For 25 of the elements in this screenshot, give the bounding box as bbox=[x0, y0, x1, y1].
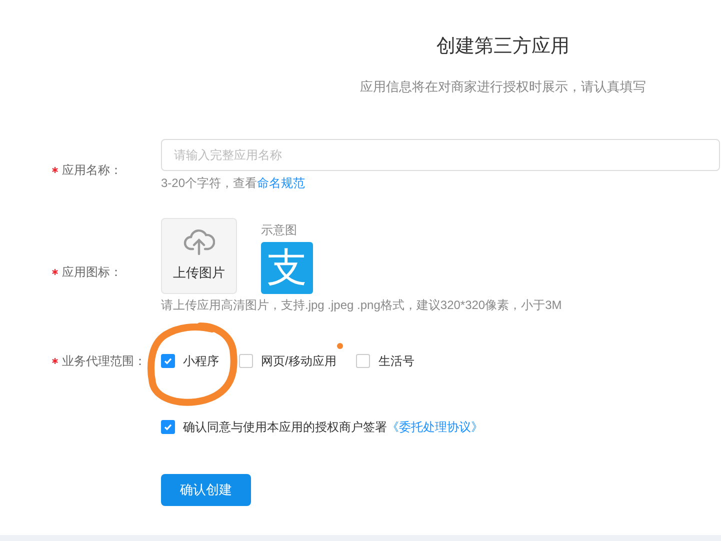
option-label: 网页/移动应用 bbox=[261, 353, 336, 370]
option-label: 生活号 bbox=[378, 353, 414, 370]
checkbox[interactable] bbox=[356, 354, 370, 368]
confirm-create-button[interactable]: 确认创建 bbox=[161, 474, 251, 506]
logo-example: 支 bbox=[261, 242, 313, 294]
checkbox[interactable] bbox=[239, 354, 253, 368]
option-label: 小程序 bbox=[183, 353, 219, 370]
name-input-field[interactable]: 请输入完整应用名称 bbox=[161, 139, 720, 171]
agreement-link[interactable]: 《委托处理协议》 bbox=[387, 420, 483, 434]
field-label: 业务代理范围： bbox=[62, 353, 146, 370]
checkbox[interactable] bbox=[161, 354, 175, 368]
field-label: 应用图标： bbox=[62, 264, 122, 280]
check-icon bbox=[163, 422, 173, 432]
upload-button[interactable]: 上传图片 bbox=[161, 218, 237, 294]
field-hint: 3-20个字符，查看命名规范 bbox=[161, 175, 306, 192]
checkbox[interactable] bbox=[161, 420, 175, 434]
field-label: 应用名称： bbox=[62, 162, 122, 178]
page-subtitle: 应用信息将在对商家进行授权时展示，请认真填写 bbox=[360, 78, 646, 96]
example-label: 示意图 bbox=[261, 222, 298, 238]
naming-rules-link[interactable]: 命名规范 bbox=[257, 176, 306, 190]
agreement-text: 确认同意与使用本应用的授权商户签署《委托处理协议》 bbox=[183, 419, 483, 436]
field-hint: 请上传应用高清图片，支持.jpg .jpeg .png格式，建议320*320像素，小于3M bbox=[161, 297, 562, 314]
cloud-upload-icon bbox=[183, 229, 215, 256]
page-title: 创建第三方应用 bbox=[436, 35, 570, 59]
check-icon bbox=[163, 356, 173, 366]
